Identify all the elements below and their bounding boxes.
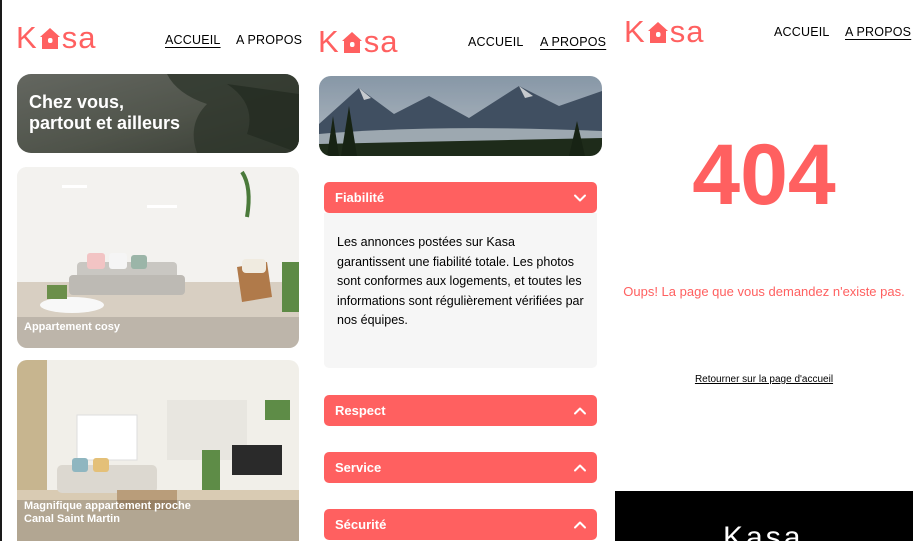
nav-home-link[interactable]: ACCUEIL	[165, 33, 221, 47]
error-code: 404	[692, 127, 836, 223]
not-found-page-panel: K sa ACCUEIL A PROPOS 404 Oups! La page …	[615, 0, 913, 541]
house-icon	[39, 27, 60, 49]
chevron-up-icon[interactable]	[573, 404, 587, 418]
banner-title: Chez vous, partout et ailleurs	[29, 92, 181, 133]
accordion-body-fiabilite: Les annonces postées sur Kasa garantisse…	[324, 213, 597, 368]
accordion-title: Sécurité	[335, 517, 387, 532]
home-banner: Chez vous, partout et ailleurs	[17, 74, 299, 153]
back-home-link[interactable]: Retourner sur la page d'accueil	[615, 374, 913, 385]
accordion-title: Service	[335, 460, 382, 475]
about-page-panel: K sa ACCUEIL A PROPOS Fiabilité Les anno…	[308, 0, 615, 541]
nav-about-link[interactable]: A PROPOS	[845, 25, 911, 39]
footer: Kasa	[615, 491, 913, 541]
error-message: Oups! La page que vous demandez n'existe…	[623, 284, 905, 299]
nav-home-link[interactable]: ACCUEIL	[468, 35, 524, 49]
chevron-up-icon[interactable]	[573, 518, 587, 532]
logo-letter-k: K	[318, 24, 340, 59]
accordion-header-fiabilite[interactable]: Fiabilité	[324, 182, 597, 213]
house-icon	[647, 21, 668, 43]
nav-about-link[interactable]: A PROPOS	[236, 33, 302, 47]
logo-letters-sa: sa	[363, 24, 399, 59]
accordion-header-service[interactable]: Service	[324, 452, 597, 483]
kasa-logo[interactable]: K sa	[624, 14, 704, 50]
mountain-banner-image	[319, 76, 602, 156]
nav-about-link[interactable]: A PROPOS	[540, 35, 606, 49]
kasa-logo[interactable]: K sa	[318, 24, 398, 60]
accordion-title: Respect	[335, 403, 386, 418]
house-icon	[341, 31, 362, 53]
logo-letters-sa: sa	[669, 14, 705, 49]
accordion-text: Les annonces postées sur Kasa garantisse…	[337, 235, 584, 328]
listing-card[interactable]: Magnifique appartement proche Canal Sain…	[17, 360, 299, 541]
card-title: Magnifique appartement proche Canal Sain…	[24, 500, 191, 525]
chevron-down-icon[interactable]	[573, 191, 587, 205]
nav-home-link[interactable]: ACCUEIL	[774, 25, 830, 39]
accordion-header-securite[interactable]: Sécurité	[324, 509, 597, 540]
card-title: Appartement cosy	[24, 321, 120, 333]
logo-letter-k: K	[624, 14, 646, 49]
logo-letters-sa: sa	[61, 20, 97, 55]
accordion-header-respect[interactable]: Respect	[324, 395, 597, 426]
kasa-logo[interactable]: K sa	[16, 20, 96, 56]
footer-logo: Kasa	[723, 521, 804, 541]
accordion-title: Fiabilité	[335, 190, 385, 205]
chevron-up-icon[interactable]	[573, 461, 587, 475]
home-page-panel: K sa ACCUEIL A PROPOS Chez vous, partout…	[0, 0, 308, 541]
about-banner	[319, 76, 602, 156]
logo-letter-k: K	[16, 20, 38, 55]
listing-card[interactable]: Appartement cosy	[17, 167, 299, 348]
